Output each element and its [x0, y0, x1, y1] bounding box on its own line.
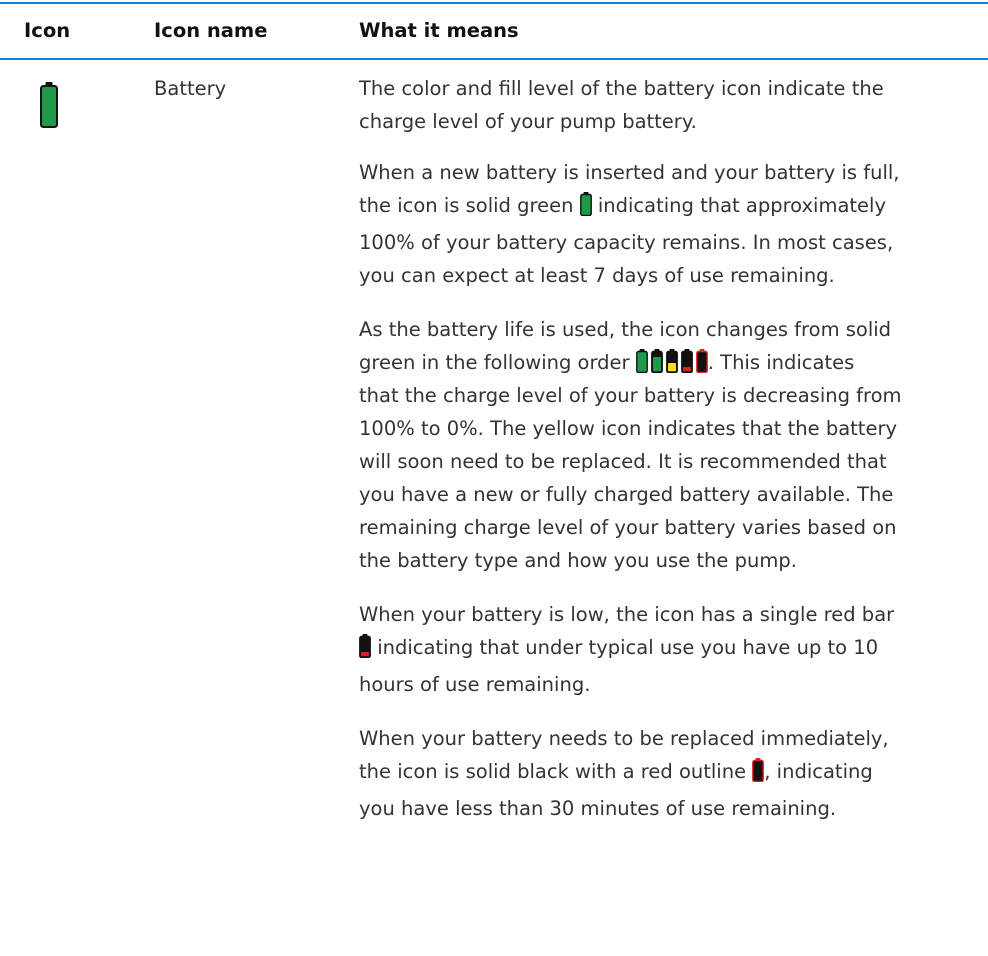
- header-what-it-means: What it means: [359, 19, 519, 42]
- text-line: When your battery is low, the icon has a…: [359, 603, 895, 626]
- description-cell: The color and fill level of the battery …: [359, 72, 979, 840]
- battery-low-inline-icon: [359, 634, 371, 668]
- battery-sequence-icons: [635, 349, 708, 373]
- text-line: will soon need to be replaced. It is rec…: [359, 450, 887, 473]
- text-line: you have less than 30 minutes of use rem…: [359, 797, 837, 820]
- text-line: As the battery life is used, the icon ch…: [359, 318, 892, 341]
- text-line: indicating that approximately: [591, 194, 886, 217]
- text-line: you can expect at least 7 days of use re…: [359, 264, 835, 287]
- battery-full-icon: [40, 82, 58, 132]
- description-paragraph: When a new battery is inserted and your …: [359, 156, 979, 292]
- text-line: remaining charge level of your battery v…: [359, 516, 897, 539]
- text-line: 100% to 0%. The yellow icon indicates th…: [359, 417, 898, 440]
- text-line: When your battery needs to be replaced i…: [359, 727, 889, 750]
- text-line: green in the following order: [359, 351, 636, 374]
- battery-full-inline-icon: [579, 192, 592, 226]
- text-line: , indicating: [764, 760, 873, 783]
- text-line: the battery type and how you use the pum…: [359, 549, 797, 572]
- battery-empty-inline-icon: [752, 758, 765, 792]
- header-rule: [0, 58, 988, 60]
- table-top-rule: [0, 2, 988, 4]
- icon-name-battery: Battery: [154, 77, 227, 100]
- description-paragraph: When your battery needs to be replaced i…: [359, 722, 979, 825]
- text-line: charge level of your pump battery.: [359, 110, 697, 133]
- text-line: that the charge level of your battery is…: [359, 384, 902, 407]
- text-line: The color and fill level of the battery …: [359, 77, 884, 100]
- battery-full-seq-icon: [635, 349, 648, 373]
- text-line: hours of use remaining.: [359, 673, 591, 696]
- battery-three-quarter-seq-icon: [650, 349, 663, 373]
- text-line: you have a new or fully charged battery …: [359, 483, 894, 506]
- description-paragraph: As the battery life is used, the icon ch…: [359, 313, 979, 577]
- description-paragraph: The color and fill level of the battery …: [359, 72, 979, 138]
- battery-half-seq-icon: [665, 349, 678, 373]
- battery-empty-seq-icon: [695, 349, 708, 373]
- text-line: . This indicates: [707, 351, 855, 374]
- text-line: When a new battery is inserted and your …: [359, 161, 900, 184]
- text-line: indicating that under typical use you ha…: [371, 636, 879, 659]
- header-icon-name: Icon name: [154, 19, 268, 42]
- battery-low-seq-icon: [680, 349, 693, 373]
- description-paragraph: When your battery is low, the icon has a…: [359, 598, 979, 701]
- text-line: 100% of your battery capacity remains. I…: [359, 231, 894, 254]
- header-icon: Icon: [24, 19, 71, 42]
- text-line: the icon is solid green: [359, 194, 580, 217]
- text-line: the icon is solid black with a red outli…: [359, 760, 753, 783]
